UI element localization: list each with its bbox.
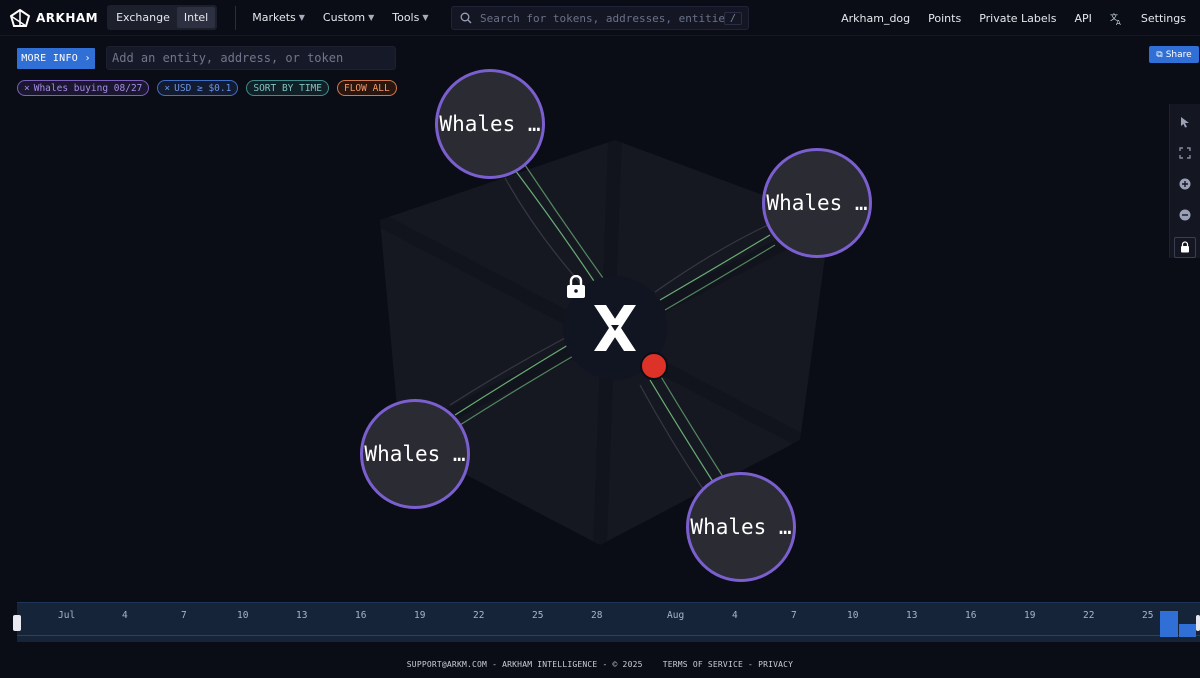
timeline-tick: 25 [1142,610,1154,621]
timeline-tick: 19 [414,610,426,621]
copyright: © 2025 [612,660,643,669]
footer-separator [648,660,658,669]
timeline-tick: 22 [1083,610,1095,621]
footer-separator: - [748,660,759,669]
zoom-in-icon[interactable] [1175,174,1195,193]
timeline-tick: 4 [732,610,738,621]
timeline-tick: 10 [237,610,249,621]
entity-node-label: Whales … [766,191,868,215]
timeline-tick: 19 [1024,610,1036,621]
timeline-tick: 13 [296,610,308,621]
footer-separator: - [602,660,613,669]
lock-icon[interactable] [1174,236,1196,259]
company-name: ARKHAM INTELLIGENCE [502,660,598,669]
activity-bar [1179,624,1196,637]
entity-node-label: Whales … [690,515,792,539]
timeline-axis [17,635,1200,636]
x-logo-icon [594,305,636,351]
activity-bar [1160,611,1178,637]
entity-node[interactable]: Whales … [686,472,796,582]
timeline-tick: 28 [591,610,603,621]
timeline-tick: 13 [906,610,918,621]
graph-canvas[interactable]: Whales … Whales … Whales … Whales … [0,0,1200,600]
timeline-start-handle[interactable] [13,615,21,631]
timeline-end-handle[interactable] [1196,615,1200,631]
privacy-link[interactable]: PRIVACY [758,660,793,669]
timeline-tick: 22 [473,610,485,621]
zoom-out-icon[interactable] [1175,206,1195,225]
support-email-link[interactable]: SUPPORT@ARKM.COM [407,660,487,669]
timeline-tick: Aug [667,610,685,621]
timeline-tick: 7 [181,610,187,621]
lock-icon[interactable] [566,275,586,299]
entity-node-label: Whales … [439,112,541,136]
timeline[interactable]: Jul 4 7 10 13 16 19 22 25 28 Aug 4 7 10 … [13,602,1200,642]
timeline-tick: 10 [847,610,859,621]
status-dot [640,352,668,380]
pointer-icon[interactable] [1175,112,1195,131]
graph-tools [1169,104,1200,259]
timeline-tick: 16 [355,610,367,621]
timeline-tick: 7 [791,610,797,621]
entity-node-label: Whales … [364,442,466,466]
entity-node[interactable]: Whales … [435,69,545,179]
timeline-tick: 16 [965,610,977,621]
footer: SUPPORT@ARKM.COM - ARKHAM INTELLIGENCE -… [0,660,1200,669]
fit-screen-icon[interactable] [1175,143,1195,162]
timeline-tick: 25 [532,610,544,621]
timeline-tick: 4 [122,610,128,621]
terms-link[interactable]: TERMS OF SERVICE [663,660,743,669]
entity-node[interactable]: Whales … [762,148,872,258]
footer-separator: - [492,660,503,669]
entity-node[interactable]: Whales … [360,399,470,509]
timeline-tick: Jul [58,610,76,621]
